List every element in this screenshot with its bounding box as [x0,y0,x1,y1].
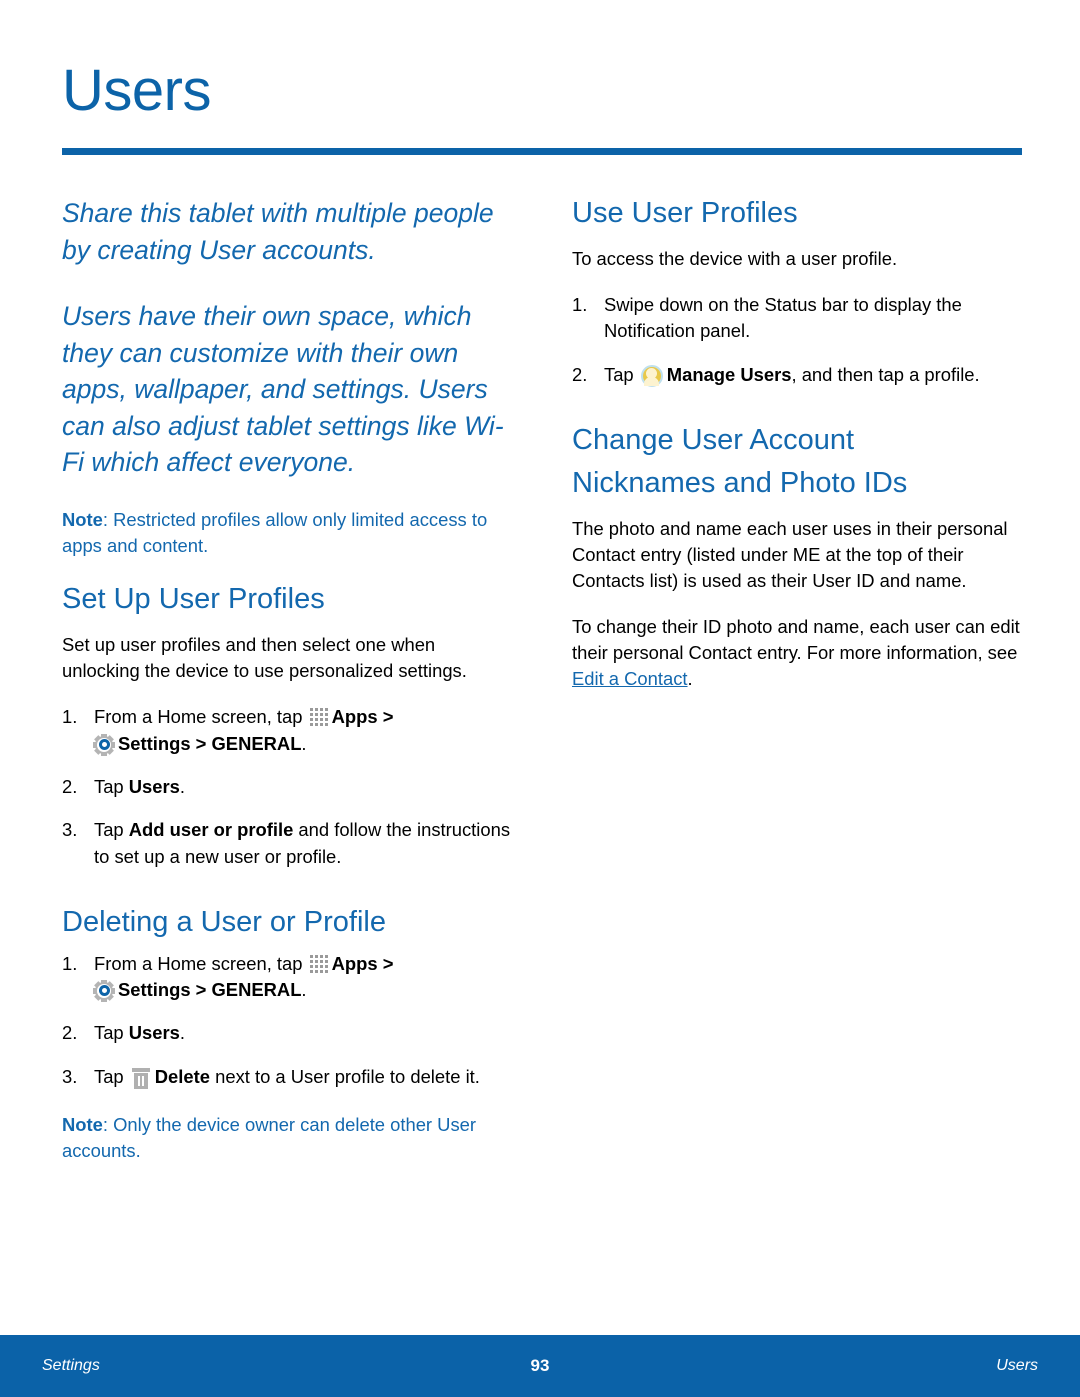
step-number: 1. [62,952,78,974]
step-text: Tap [94,1065,124,1087]
page-content: Share this tablet with multiple people b… [0,155,1080,1397]
change-account-paragraph-2: To change their ID photo and name, each … [572,614,1024,692]
paragraph-text-tail: . [687,668,693,690]
step-number: 1. [62,706,78,728]
step-period: . [301,978,307,1000]
note-restricted-profiles: Note: Restricted profiles allow only lim… [62,507,514,559]
note-device-owner-delete: Note: Only the device owner can delete o… [62,1112,514,1164]
page-title: Users [62,58,211,123]
add-user-or-profile-label: Add user or profile [128,819,294,841]
list-item: 3. Tap Add user or profile and follow th… [62,817,514,870]
lede-paragraph-2: Users have their own space, which they c… [62,301,504,478]
chevron-gt-1: > [382,706,394,728]
apps-label: Apps [331,706,378,728]
users-label: Users [128,775,180,797]
list-item: 3. Tap Delete next to a User profile to … [62,1064,514,1090]
list-item: 2. Tap Users. [62,774,514,800]
step-number: 2. [62,775,78,797]
footer-section-label: Settings [42,1357,100,1374]
note-text: : Restricted profiles allow only limited… [62,508,488,557]
note-label: Note [62,1113,103,1135]
step-number: 3. [62,819,78,841]
step-text: Swipe down on the Status bar to display … [604,293,962,342]
step-period: . [179,775,186,797]
note-text: : Only the device owner can delete other… [62,1113,476,1162]
step-text: Tap [94,775,124,797]
footer-page-number: 93 [530,1356,550,1375]
step-text-tail: , and then tap a profile. [791,363,980,385]
heading-change-user-account-line1: Change User Account [572,423,855,456]
delete-trash-icon [131,1067,150,1089]
step-text: Tap [604,363,634,385]
heading-deleting-a-user-or-profile: Deleting a User or Profile [62,905,386,938]
left-column: Share this tablet with multiple people b… [62,195,514,1397]
step-number: 2. [572,363,588,385]
step-number: 2. [62,1022,78,1044]
list-item: 2. Tap Users. [62,1020,514,1046]
use-profiles-steps-list: 1. Swipe down on the Status bar to displ… [572,292,1024,388]
manage-users-person-icon [640,364,663,387]
page-header: Users [0,0,1080,155]
settings-general-label: Settings > GENERAL [118,732,302,754]
step-text: Tap [94,819,124,841]
title-divider [62,148,1022,155]
manual-page: Users Share this tablet with multiple pe… [0,0,1080,1397]
settings-gear-icon [93,981,115,1001]
step-period: . [301,732,307,754]
right-column: Use User Profiles To access the device w… [572,195,1024,1397]
note-label: Note [62,508,103,530]
delete-label: Delete [154,1065,210,1087]
list-item: 1. From a Home screen, tap Apps > Settin… [62,704,514,757]
step-period: . [179,1022,186,1044]
step-text: From a Home screen, tap [94,706,303,728]
list-item: 1. Swipe down on the Status bar to displ… [572,292,1024,345]
set-up-intro: Set up user profiles and then select one… [62,634,467,682]
step-text: From a Home screen, tap [94,952,303,974]
deleting-steps-list: 1. From a Home screen, tap Apps > Settin… [62,951,514,1090]
users-label: Users [128,1022,180,1044]
chevron-gt-1: > [382,952,394,974]
heading-use-user-profiles: Use User Profiles [572,197,798,229]
list-item: 2. Tap Manage Users, and then tap a prof… [572,362,1024,388]
edit-a-contact-link[interactable]: Edit a Contact [572,668,688,689]
apps-grid-icon [309,954,329,974]
set-up-steps-list: 1. From a Home screen, tap Apps > Settin… [62,704,514,870]
apps-grid-icon [309,708,329,727]
heading-change-user-account-line2: Nicknames and Photo IDs [572,466,908,499]
page-footer: Settings 93 Users [0,1335,1080,1397]
footer-topic-label: Users [996,1357,1039,1374]
settings-gear-icon [93,734,115,755]
apps-label: Apps [331,952,378,974]
lede-paragraph-1: Share this tablet with multiple people b… [62,198,494,265]
step-number: 3. [62,1065,78,1087]
step-text-tail: next to a User profile to delete it. [215,1065,480,1087]
step-text: Tap [94,1022,124,1044]
manage-users-label: Manage Users [666,363,792,385]
list-item: 1. From a Home screen, tap Apps > Settin… [62,951,514,1004]
change-account-paragraph-1: The photo and name each user uses in the… [572,517,1008,591]
heading-set-up-user-profiles: Set Up User Profiles [62,583,325,616]
paragraph-text: To change their ID photo and name, each … [572,615,1020,664]
settings-general-label: Settings > GENERAL [118,978,302,1000]
step-number: 1. [572,293,588,315]
use-profiles-intro: To access the device with a user profile… [572,247,898,269]
